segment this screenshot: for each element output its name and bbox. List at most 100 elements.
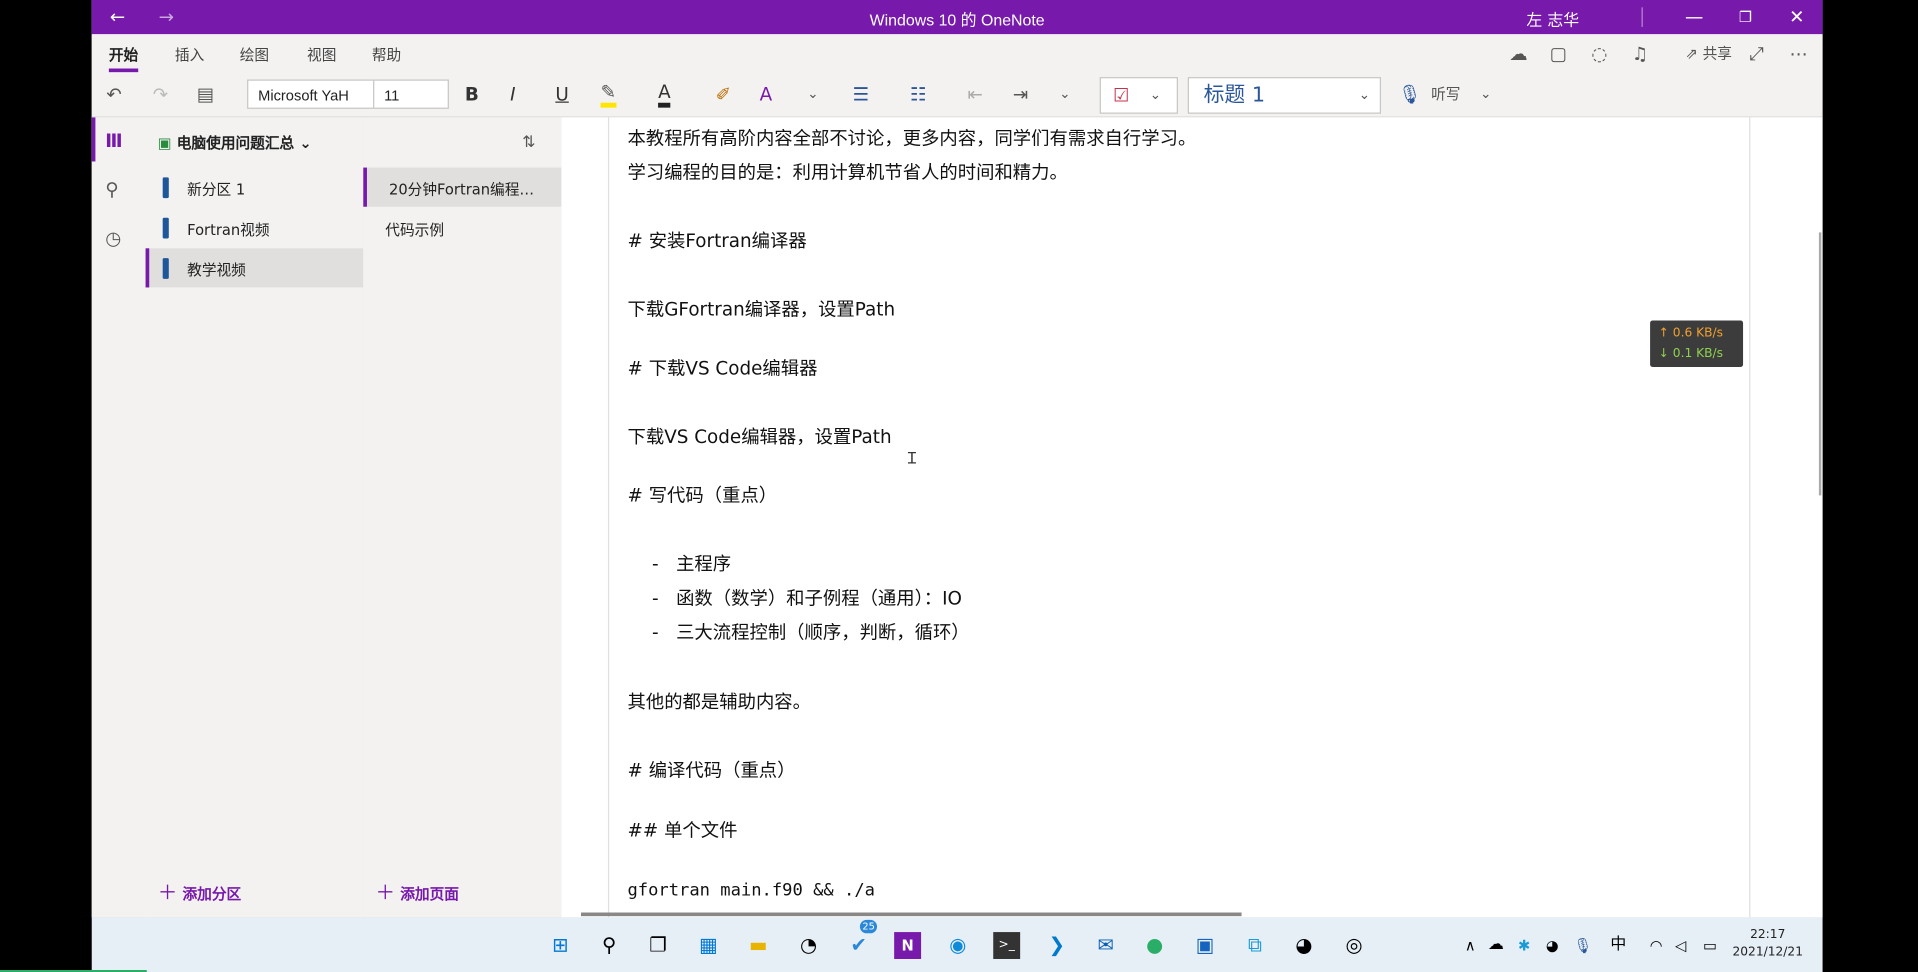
tab-view[interactable]: 视图 xyxy=(307,44,336,65)
fullscreen-icon[interactable]: ⤢ xyxy=(1749,40,1764,67)
section-item[interactable]: 新分区 1 xyxy=(146,168,364,207)
horizontal-scrollbar[interactable] xyxy=(581,912,1242,917)
note-text[interactable]: 本教程所有高阶内容全部不讨论，更多内容，同学们有需求自行学习。 xyxy=(628,125,1197,151)
tab-help[interactable]: 帮助 xyxy=(372,44,401,65)
wifi-icon[interactable]: ◠ xyxy=(1643,932,1670,959)
terminal-icon[interactable]: >_ xyxy=(993,932,1021,959)
search-icon[interactable]: ⚲ xyxy=(105,176,118,203)
recent-icon[interactable]: ◷ xyxy=(105,225,121,252)
bold-icon[interactable]: B xyxy=(465,81,479,108)
page-item[interactable]: 代码示例 xyxy=(363,208,561,247)
close-icon[interactable]: ✕ xyxy=(1783,5,1810,29)
section-item[interactable]: Fortran视频 xyxy=(146,208,364,247)
chevron-down-icon[interactable]: ⌄ xyxy=(807,81,818,108)
font-name-input[interactable]: Microsoft YaH xyxy=(247,79,375,109)
more-icon[interactable]: ⋯ xyxy=(1790,40,1808,67)
italic-icon[interactable]: I xyxy=(510,81,515,108)
tab-home[interactable]: 开始 xyxy=(108,44,139,73)
bullet-item[interactable]: - 三大流程控制（顺序，判断，循环） xyxy=(652,619,970,645)
chevron-down-icon[interactable]: ⌄ xyxy=(1480,81,1491,108)
panda-app-icon[interactable]: ◕ xyxy=(1290,932,1317,959)
tab-insert[interactable]: 插入 xyxy=(175,44,204,65)
share-button[interactable]: ⇗ 共享 xyxy=(1672,40,1745,67)
chevron-up-icon[interactable]: ∧ xyxy=(1457,932,1484,959)
note-text[interactable]: 其他的都是辅助内容。 xyxy=(628,689,811,715)
widgets-icon[interactable]: ▦ xyxy=(695,932,722,959)
onedrive-icon[interactable]: ☁ xyxy=(1483,932,1510,959)
obs-icon[interactable]: ◎ xyxy=(1341,932,1368,959)
note-heading[interactable]: # 编译代码（重点） xyxy=(628,757,796,783)
wechat-icon[interactable]: ● xyxy=(1141,932,1168,959)
text-cursor-icon: Ｉ xyxy=(903,450,920,469)
font-size-input[interactable]: 11 xyxy=(373,79,449,109)
numbering-icon[interactable]: ☷ xyxy=(910,81,926,108)
clock-app-icon[interactable]: ◔ xyxy=(795,932,822,959)
add-section-button[interactable]: ＋ 添加分区 xyxy=(158,876,241,905)
page-item-selected[interactable]: 20分钟Fortran编程入... xyxy=(363,167,562,207)
note-heading[interactable]: # 安装Fortran编译器 xyxy=(628,228,807,254)
onenote-app-icon[interactable]: N xyxy=(894,932,922,959)
add-section-label: 添加分区 xyxy=(182,885,242,903)
dictate-label[interactable]: 听写 xyxy=(1427,81,1464,108)
start-icon[interactable]: ⊞ xyxy=(547,932,574,959)
lightbulb-icon[interactable]: ◌ xyxy=(1591,40,1607,67)
note-heading[interactable]: ## 单个文件 xyxy=(628,817,738,843)
undo-icon[interactable]: ↶ xyxy=(106,81,121,108)
edge-icon[interactable]: ◉ xyxy=(944,932,971,959)
add-page-button[interactable]: ＋ 添加页面 xyxy=(376,876,459,905)
note-text[interactable]: 下载GFortran编译器，设置Path xyxy=(628,296,896,322)
outdent-icon[interactable]: ⇤ xyxy=(968,81,983,108)
restore-icon[interactable]: ❐ xyxy=(1732,5,1759,29)
microphone-icon[interactable]: 🎙 xyxy=(1398,81,1421,108)
bullet-item[interactable]: - 主程序 xyxy=(652,550,731,576)
search-icon[interactable]: ⚲ xyxy=(596,932,623,959)
section-item-selected[interactable]: 教学视频 xyxy=(145,248,364,288)
share-label: 共享 xyxy=(1702,45,1732,63)
note-heading[interactable]: # 写代码（重点） xyxy=(628,482,778,508)
speaker-icon[interactable]: ◁ xyxy=(1667,932,1694,959)
chevron-down-icon[interactable]: ⌄ xyxy=(1059,81,1070,108)
microphone-icon[interactable]: 🎙 xyxy=(1569,932,1596,959)
note-text[interactable]: 下载VS Code编辑器，设置Path xyxy=(628,423,892,449)
indent-icon[interactable]: ⇥ xyxy=(1013,81,1028,108)
ime-indicator[interactable]: 中 xyxy=(1605,932,1632,959)
note-text[interactable]: 学习编程的目的是：利用计算机节省人的时间和精力。 xyxy=(628,159,1068,185)
todo-tag-button[interactable]: ☑ ⌄ xyxy=(1099,77,1178,114)
notebook-selector[interactable]: ▣ 电脑使用问题汇总 ⌄ xyxy=(158,132,312,153)
vertical-scrollbar[interactable] xyxy=(1818,232,1822,496)
vscode-icon[interactable]: ❯ xyxy=(1043,932,1070,959)
sort-icon[interactable]: ⇅ xyxy=(522,130,535,157)
bell-icon[interactable]: ♫ xyxy=(1632,40,1648,67)
user-name[interactable]: 左 志华 xyxy=(1526,7,1579,30)
bullet-dash: - xyxy=(651,621,677,644)
clipboard-icon[interactable]: ▤ xyxy=(197,81,214,108)
clear-format-icon[interactable]: A xyxy=(760,81,773,108)
font-color-icon[interactable]: A xyxy=(658,81,671,108)
highlight-icon[interactable]: ✎ xyxy=(600,81,616,108)
code-line[interactable]: gfortran main.f90 && ./a xyxy=(628,881,875,901)
bullets-icon[interactable]: ☰ xyxy=(853,81,869,108)
redo-icon[interactable]: ↷ xyxy=(153,81,168,108)
underline-icon[interactable]: U xyxy=(555,81,568,108)
battery-icon[interactable]: ▭ xyxy=(1697,932,1724,959)
notebook-icon[interactable]: ▢ xyxy=(1550,40,1567,67)
store-icon[interactable]: ▣ xyxy=(1191,932,1218,959)
sync-icon[interactable]: ☁ xyxy=(1509,40,1527,67)
todo-app-icon[interactable]: ✔ 25 xyxy=(845,919,878,959)
tab-draw[interactable]: 绘图 xyxy=(240,44,269,65)
app-tray-icon[interactable]: ✱ xyxy=(1511,932,1538,959)
minimize-icon[interactable]: — xyxy=(1681,5,1708,29)
notebooks-icon[interactable]: Ⅲ xyxy=(105,127,122,154)
clock[interactable]: 22:17 2021/12/21 xyxy=(1732,927,1803,961)
style-select[interactable]: 标题 1 ⌄ xyxy=(1187,77,1381,114)
file-explorer-icon[interactable]: ▬ xyxy=(745,932,772,959)
note-heading[interactable]: # 下载VS Code编辑器 xyxy=(628,355,818,381)
format-painter-icon[interactable]: ✐ xyxy=(716,81,731,108)
sections-pane: ▣ 电脑使用问题汇总 ⌄ 新分区 1 Fortran视频 教学视频 ＋ 添加分区 xyxy=(145,117,365,918)
remote-icon[interactable]: ⧉ xyxy=(1242,932,1269,959)
mail-icon[interactable]: ✉ xyxy=(1092,932,1119,959)
page-canvas[interactable]: 本教程所有高阶内容全部不讨论，更多内容，同学们有需求自行学习。 学习编程的目的是… xyxy=(561,117,1823,918)
task-view-icon[interactable]: ❐ xyxy=(645,932,672,959)
panda-tray-icon[interactable]: ◕ xyxy=(1539,932,1566,959)
bullet-item[interactable]: - 函数（数学）和子例程（通用）：IO xyxy=(652,585,962,611)
